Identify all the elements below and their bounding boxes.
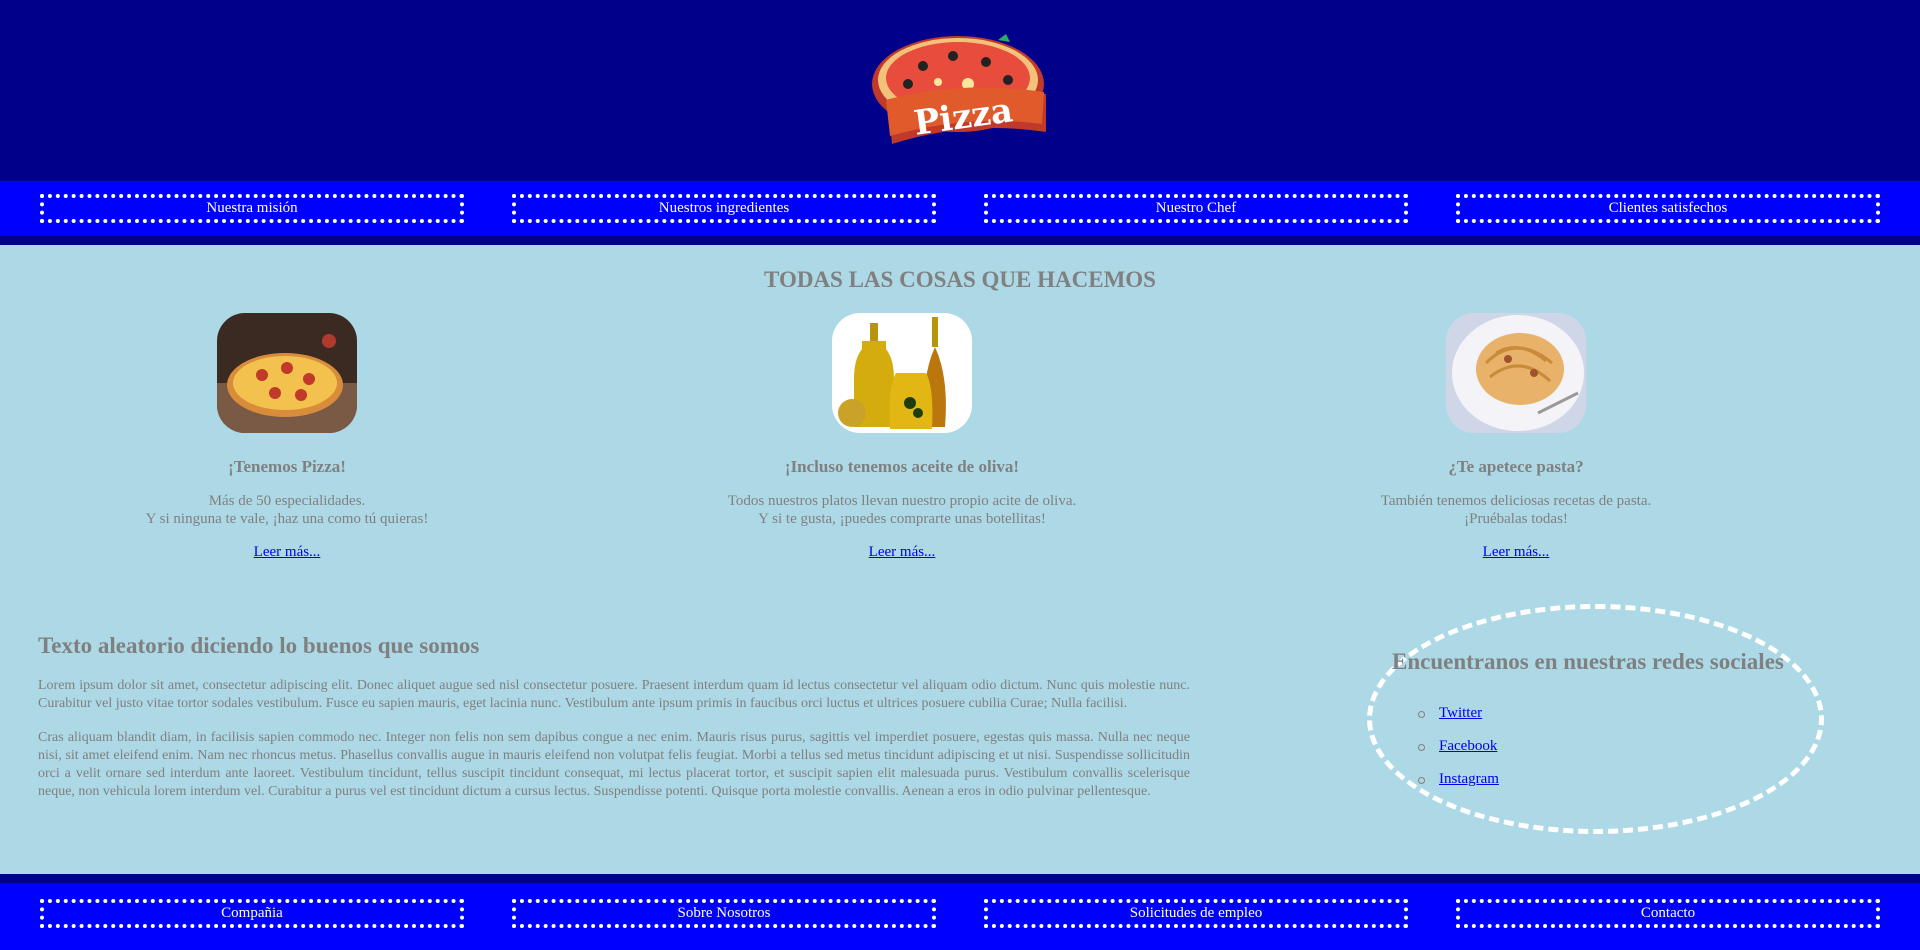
read-more-link[interactable]: Leer más... [869, 544, 936, 561]
read-more-link[interactable]: Leer más... [254, 544, 321, 561]
facebook-link[interactable]: Facebook [1439, 738, 1497, 754]
feature-aceite: ¡Incluso tenemos aceite de oliva! Todos … [692, 313, 1112, 561]
footer-item-sobre-nosotros[interactable]: Sobre Nosotros [512, 899, 936, 928]
social-list: Twitter Facebook Instagram [1416, 705, 1499, 804]
list-item: Instagram [1416, 771, 1499, 804]
pasta-image [1446, 313, 1586, 433]
instagram-link[interactable]: Instagram [1439, 771, 1499, 787]
pizza-image [217, 313, 357, 433]
about-section: Texto aleatorio diciendo lo buenos que s… [38, 633, 1190, 801]
nav-item-clientes[interactable]: Clientes satisfechos [1456, 194, 1880, 223]
feature-pizza: ¡Tenemos Pizza! Más de 50 especialidades… [77, 313, 497, 561]
footer-divider [0, 874, 1920, 883]
about-paragraph: Lorem ipsum dolor sit amet, consectetur … [38, 678, 1190, 711]
feature-text: Todos nuestros platos llevan nuestro pro… [692, 492, 1112, 528]
top-nav: Nuestra misión Nuestros ingredientes Nue… [0, 181, 1920, 236]
feature-line: Todos nuestros platos llevan nuestro pro… [727, 493, 1077, 509]
feature-text: Más de 50 especialidades. Y si ninguna t… [77, 492, 497, 528]
section-title: TODAS LAS COSAS QUE HACEMOS [764, 267, 1156, 292]
nav-item-ingredientes[interactable]: Nuestros ingredientes [512, 194, 936, 223]
site-header: Pizza [0, 0, 1920, 181]
read-more-link[interactable]: Leer más... [1483, 544, 1550, 561]
social-title: Encuentranos en nuestras redes sociales [1392, 649, 1784, 674]
nav-item-chef[interactable]: Nuestro Chef [984, 194, 1408, 223]
footer-nav: Compañia Sobre Nosotros Solicitudes de e… [0, 883, 1920, 950]
footer-item-compania[interactable]: Compañia [40, 899, 464, 928]
about-paragraph: Cras aliquam blandit diam, in facilisis … [38, 730, 1190, 799]
feature-text: También tenemos deliciosas recetas de pa… [1306, 492, 1726, 528]
feature-title: ¿Te apetece pasta? [1448, 457, 1584, 476]
footer-item-empleo[interactable]: Solicitudes de empleo [984, 899, 1408, 928]
list-item: Twitter [1416, 705, 1499, 738]
social-panel: Encuentranos en nuestras redes sociales … [1367, 604, 1824, 834]
nav-divider [0, 236, 1920, 245]
feature-title: ¡Incluso tenemos aceite de oliva! [784, 457, 1020, 476]
feature-pasta: ¿Te apetece pasta? También tenemos delic… [1306, 313, 1726, 561]
feature-line: Y si ninguna te vale, ¡haz una como tú q… [145, 511, 429, 527]
feature-title: ¡Tenemos Pizza! [228, 457, 346, 476]
feature-line: También tenemos deliciosas recetas de pa… [1380, 493, 1652, 509]
nav-item-mision[interactable]: Nuestra misión [40, 194, 464, 223]
pizza-logo[interactable]: Pizza [868, 32, 1054, 158]
olive-oil-image [832, 313, 972, 433]
list-item: Facebook [1416, 738, 1499, 771]
main-content: TODAS LAS COSAS QUE HACEMOS ¡Tenemos Piz… [0, 245, 1920, 874]
feature-line: ¡Pruébalas todas! [1464, 511, 1568, 527]
twitter-link[interactable]: Twitter [1439, 705, 1482, 721]
feature-line: Y si te gusta, ¡puedes comprarte unas bo… [758, 511, 1046, 527]
footer-item-contacto[interactable]: Contacto [1456, 899, 1880, 928]
feature-line: Más de 50 especialidades. [208, 493, 366, 509]
about-title: Texto aleatorio diciendo lo buenos que s… [38, 633, 480, 658]
